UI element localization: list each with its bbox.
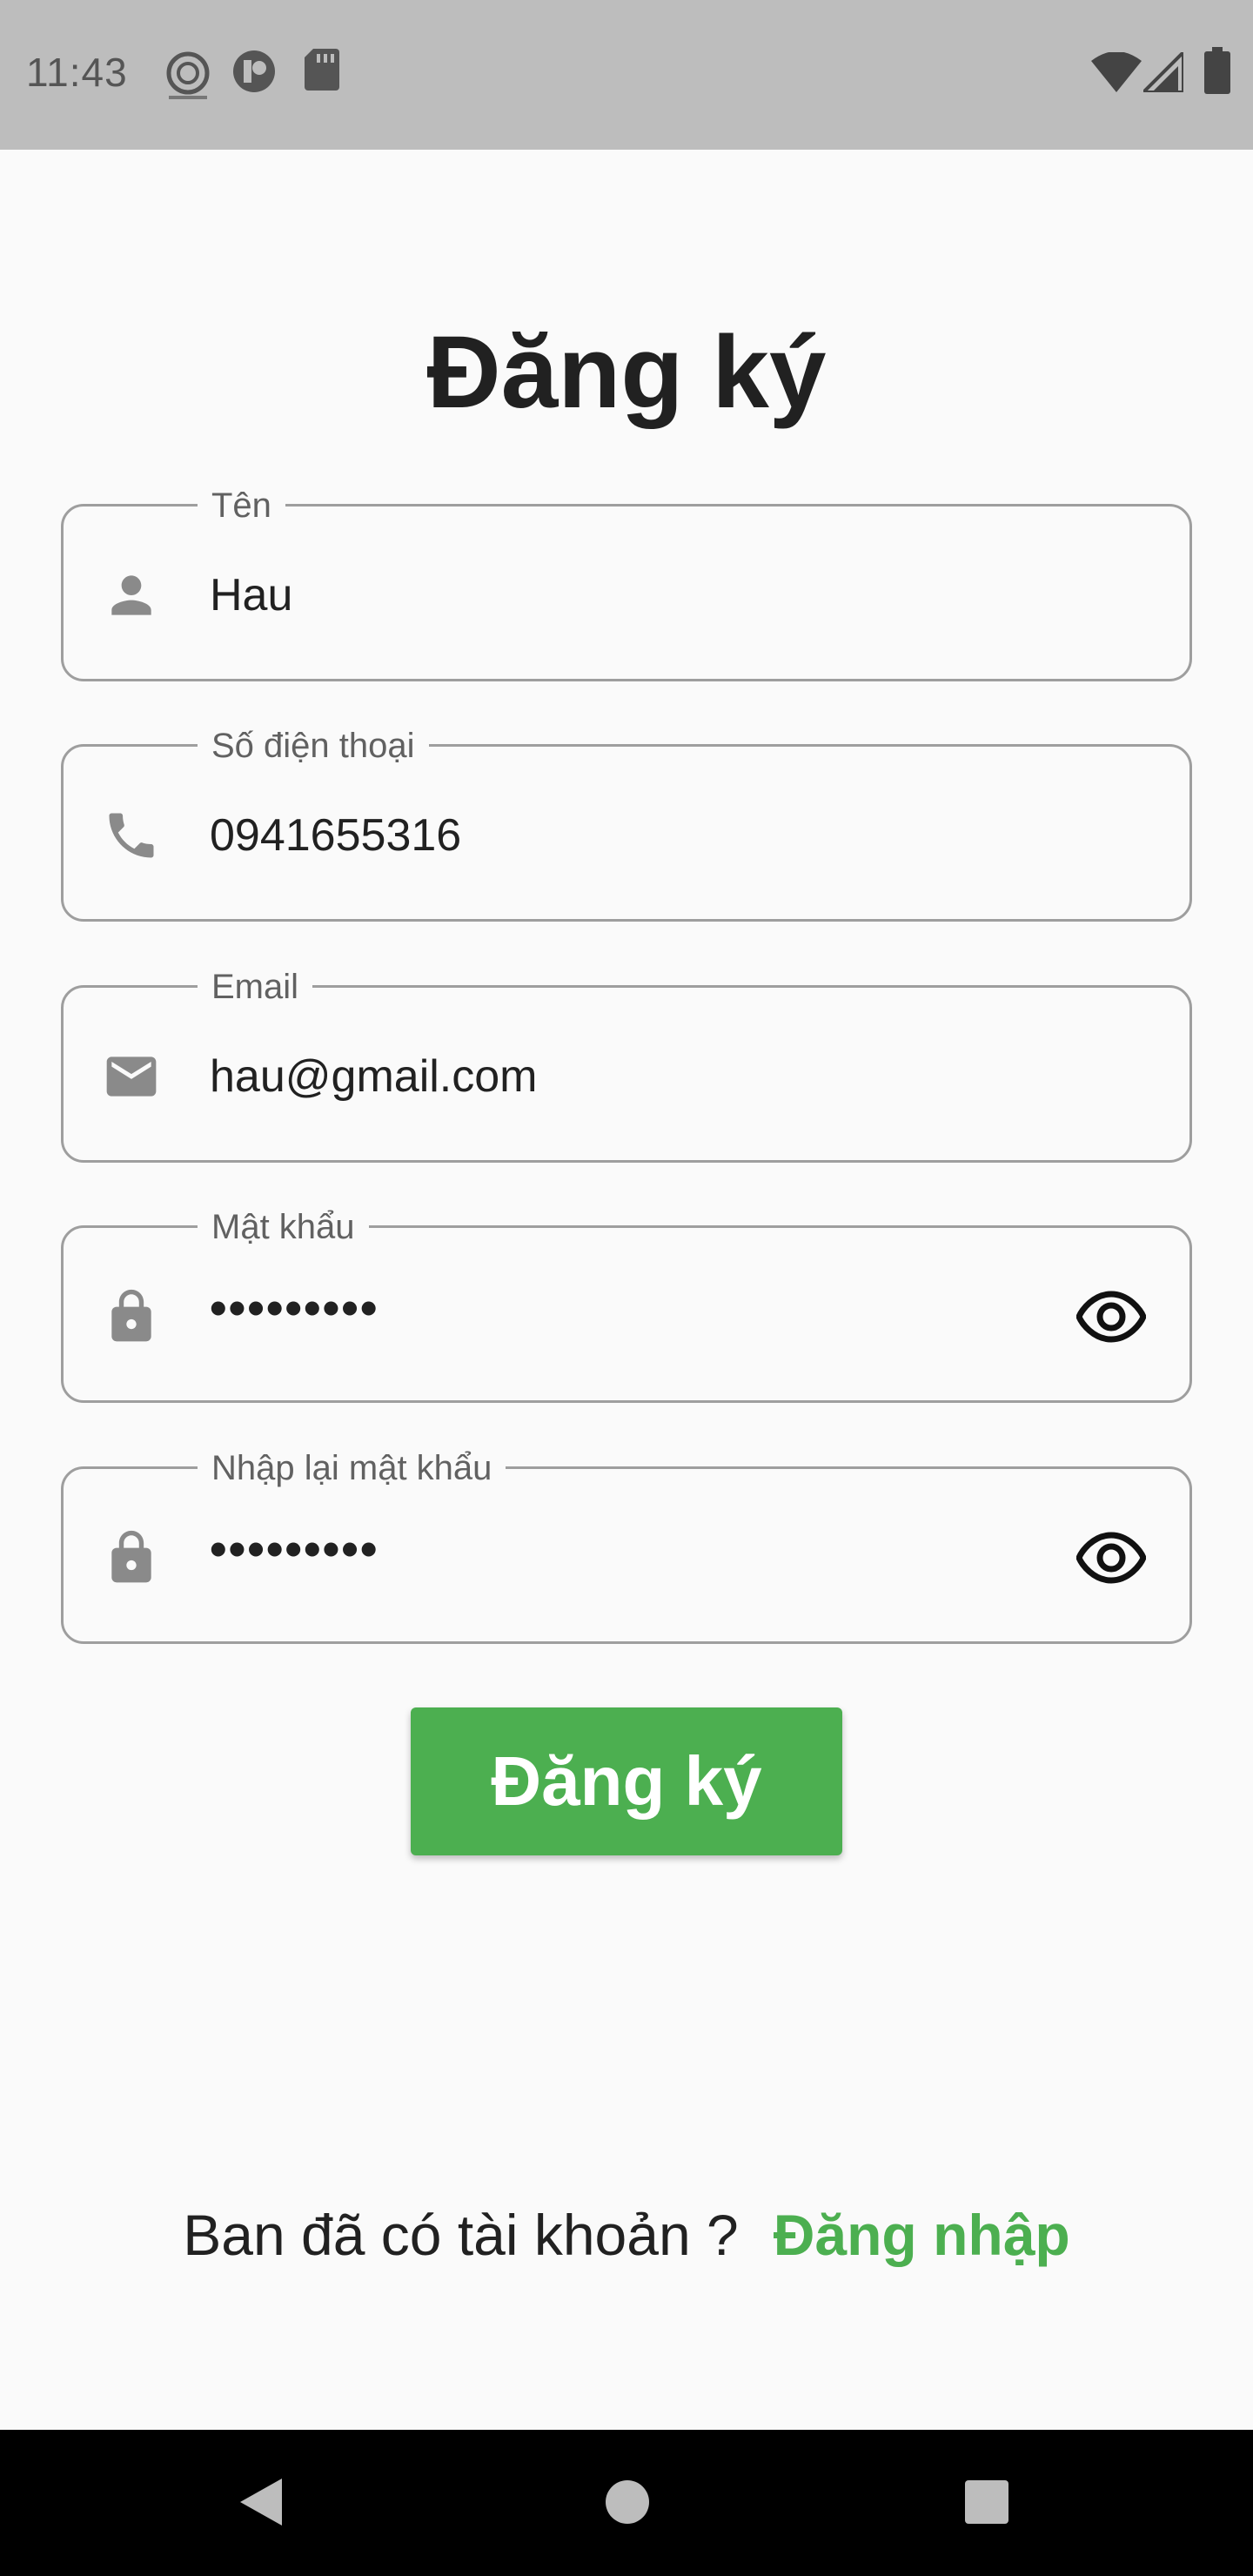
phone-field[interactable]: Số điện thoại 0941655316 — [61, 724, 1192, 922]
eye-icon[interactable] — [1076, 1530, 1146, 1586]
wifi-icon — [1091, 52, 1142, 92]
back-icon[interactable] — [235, 2473, 287, 2531]
password-field-label: Mật khẩu — [198, 1205, 369, 1249]
login-prompt-text: Ban đã có tài khoản ? — [183, 2203, 739, 2267]
confirm-password-input[interactable]: ••••••••• — [210, 1519, 379, 1579]
eye-icon[interactable] — [1076, 1289, 1146, 1345]
password-input[interactable]: ••••••••• — [210, 1278, 379, 1338]
media-icon — [231, 49, 277, 94]
battery-icon — [1204, 47, 1230, 94]
login-prompt: Ban đã có tài khoản ? Đăng nhập — [0, 2202, 1253, 2268]
email-field[interactable]: Email hau@gmail.com — [61, 965, 1192, 1163]
phone-field-label: Số điện thoại — [198, 724, 429, 768]
name-field-label: Tên — [198, 484, 285, 527]
lock-icon — [102, 1528, 161, 1587]
email-input[interactable]: hau@gmail.com — [210, 1047, 538, 1106]
app-logo-icon — [162, 49, 214, 101]
name-input[interactable]: Hau — [210, 566, 292, 625]
sd-card-icon — [305, 49, 339, 91]
signal-icon — [1143, 52, 1183, 92]
confirm-password-field-label: Nhập lại mật khẩu — [198, 1446, 506, 1490]
lock-icon — [102, 1287, 161, 1346]
home-icon[interactable] — [604, 2473, 651, 2531]
password-field[interactable]: Mật khẩu ••••••••• — [61, 1205, 1192, 1403]
recents-icon[interactable] — [962, 2473, 1011, 2531]
email-field-label: Email — [198, 965, 313, 1009]
confirm-password-field[interactable]: Nhập lại mật khẩu ••••••••• — [61, 1446, 1192, 1644]
status-bar: 11:43 — [0, 0, 1253, 150]
person-icon — [102, 566, 161, 625]
status-time: 11:43 — [26, 50, 128, 95]
register-button[interactable]: Đăng ký — [411, 1707, 842, 1855]
mail-icon — [102, 1047, 161, 1106]
page-title: Đăng ký — [426, 315, 827, 430]
phone-icon — [102, 806, 161, 865]
name-field[interactable]: Tên Hau — [61, 484, 1192, 681]
phone-input[interactable]: 0941655316 — [210, 806, 461, 865]
login-link[interactable]: Đăng nhập — [774, 2203, 1070, 2267]
navigation-bar — [0, 2430, 1253, 2576]
